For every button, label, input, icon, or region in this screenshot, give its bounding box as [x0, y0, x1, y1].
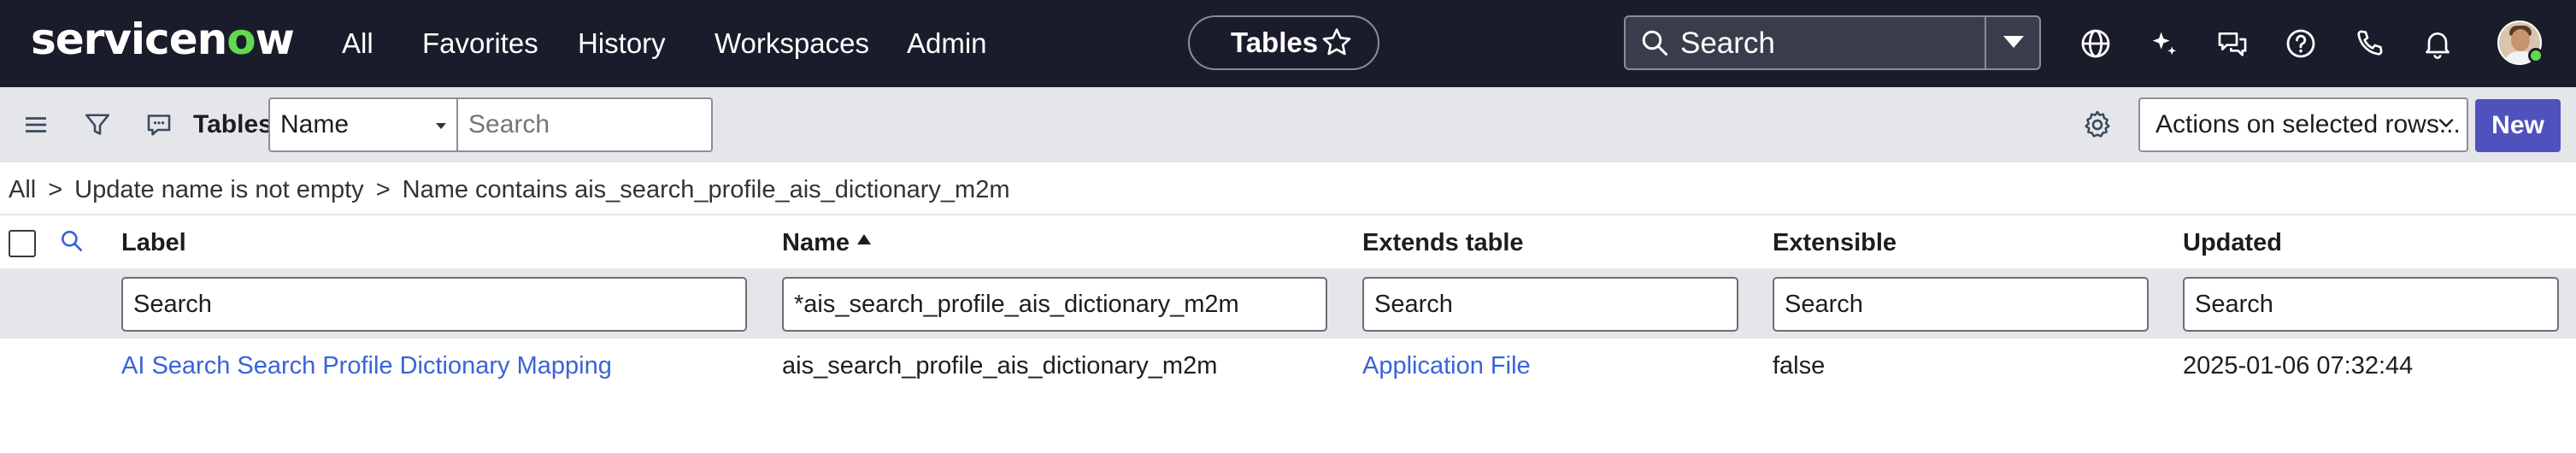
filter-input-label[interactable]: Search — [121, 277, 747, 332]
nav-all[interactable]: All — [342, 22, 373, 65]
select-all-checkbox[interactable] — [9, 230, 36, 257]
filter-icon[interactable] — [82, 109, 113, 140]
list-title: Tables — [193, 110, 273, 138]
top-header: servicenow All Favorites History Workspa… — [0, 0, 2576, 87]
search-icon — [1642, 30, 1667, 56]
filter-input-extensible[interactable]: Search — [1773, 277, 2149, 332]
nav-history[interactable]: History — [578, 22, 666, 65]
actions-select[interactable]: Actions on selected rows... — [2138, 97, 2468, 152]
column-header-label[interactable]: Label — [121, 224, 186, 262]
filter-input-name[interactable]: *ais_search_profile_ais_dictionary_m2m — [782, 277, 1327, 332]
search-field-select[interactable]: Name — [268, 97, 458, 152]
filter-input-extends-table[interactable]: Search — [1362, 277, 1738, 332]
nav-workspaces[interactable]: Workspaces — [715, 22, 869, 65]
table-row: AI Search Search Profile Dictionary Mapp… — [0, 338, 2576, 391]
column-header-extends-table[interactable]: Extends table — [1362, 224, 1524, 262]
column-header-name[interactable]: Name — [782, 224, 850, 262]
filter-input-updated[interactable]: Search — [2183, 277, 2559, 332]
cell-updated: 2025-01-06 07:32:44 — [2183, 352, 2414, 379]
cell-extensible: false — [1773, 352, 1826, 379]
bell-icon[interactable] — [2420, 26, 2455, 61]
new-button[interactable]: New — [2475, 99, 2561, 152]
presence-status-badge — [2528, 48, 2544, 63]
phone-icon[interactable] — [2352, 26, 2386, 61]
cell-name: ais_search_profile_ais_dictionary_m2m — [782, 352, 1218, 379]
column-header-updated[interactable]: Updated — [2183, 224, 2282, 262]
context-pill-label: Tables — [1231, 26, 1319, 58]
search-divider — [1985, 17, 1986, 68]
column-header-extensible[interactable]: Extensible — [1773, 224, 1897, 262]
help-icon[interactable] — [2284, 26, 2318, 61]
sort-ascending-icon[interactable] — [857, 234, 871, 244]
hamburger-menu-icon[interactable] — [21, 109, 51, 140]
chat-icon[interactable] — [2215, 26, 2250, 61]
breadcrumb-item-all[interactable]: All — [9, 171, 36, 209]
nav-favorites[interactable]: Favorites — [422, 22, 538, 65]
list-toolbar: Tables Name Actions on selected rows... … — [0, 87, 2576, 162]
breadcrumb-separator: > — [48, 176, 63, 203]
favorite-star-icon[interactable] — [1320, 26, 1354, 60]
gear-icon[interactable] — [2080, 108, 2114, 142]
nav-admin[interactable]: Admin — [907, 22, 987, 65]
search-field-select-value: Name — [280, 110, 350, 138]
sparkle-icon[interactable] — [2147, 26, 2181, 61]
breadcrumb-item-update-name[interactable]: Update name is not empty — [74, 171, 364, 209]
cell-extends-table-link[interactable]: Application File — [1362, 347, 1531, 385]
global-search-placeholder[interactable]: Search — [1680, 22, 1775, 65]
select-caret-icon — [436, 123, 446, 129]
list-search-input[interactable] — [456, 97, 713, 152]
breadcrumb: All > Update name is not empty > Name contai… — [9, 171, 1009, 209]
global-search[interactable]: Search — [1624, 15, 2041, 70]
actions-select-value: Actions on selected rows... — [2155, 110, 2461, 138]
avatar-face — [2511, 29, 2530, 51]
table-header: Label Name Extends table Extensible Upda… — [0, 215, 2576, 268]
servicenow-logo[interactable]: servicenow — [31, 12, 295, 67]
search-scope-dropdown-icon[interactable] — [2003, 36, 2024, 48]
column-filter-row: Search *ais_search_profile_ais_dictionar… — [0, 268, 2576, 338]
context-pill-tables[interactable]: Tables — [1188, 15, 1379, 70]
chevron-down-icon — [2438, 119, 2454, 127]
activity-stream-icon[interactable] — [144, 109, 174, 140]
column-search-icon[interactable] — [58, 227, 85, 255]
breadcrumb-separator: > — [375, 176, 391, 203]
cell-label-link[interactable]: AI Search Search Profile Dictionary Mapp… — [121, 347, 612, 385]
globe-icon[interactable] — [2079, 26, 2113, 61]
breadcrumb-item-name-contains[interactable]: Name contains ais_search_profile_ais_dic… — [403, 171, 1010, 209]
